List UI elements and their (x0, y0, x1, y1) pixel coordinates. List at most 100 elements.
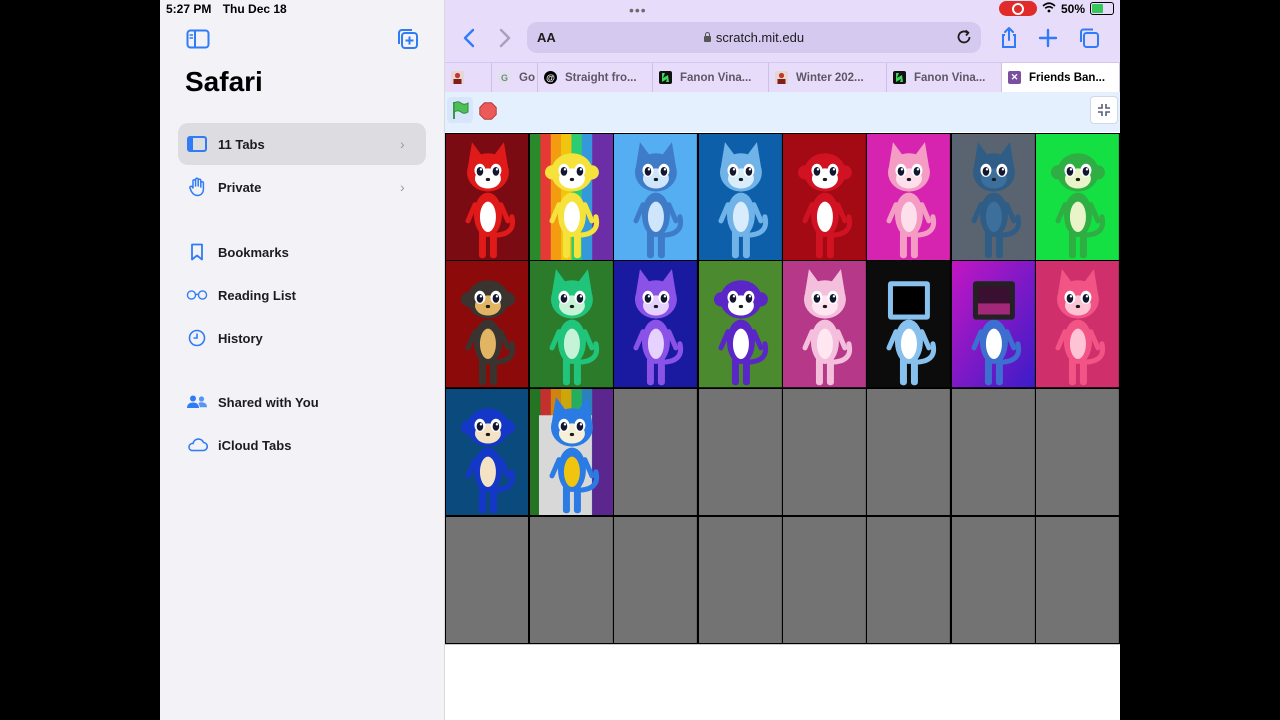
tabs-icon (186, 133, 208, 155)
character-sprite-cell (614, 133, 698, 260)
status-indicators: 50% (998, 1, 1114, 16)
character-sprite-cell (698, 133, 782, 260)
empty-sprite-cell (783, 389, 866, 516)
character-sprite-cell (529, 133, 613, 260)
clock-icon (186, 327, 208, 349)
tab-7-active[interactable]: ✕ Friends Ban... (1002, 63, 1120, 92)
scratch-stage-controls (445, 92, 1120, 132)
chevron-right-icon: › (400, 136, 405, 152)
new-tab-icon[interactable] (1037, 26, 1061, 50)
multitasking-dots[interactable]: ••• (629, 2, 647, 18)
new-tab-group-icon[interactable] (396, 28, 422, 52)
battery-icon (1090, 2, 1114, 15)
empty-sprite-cell (698, 516, 782, 643)
empty-sprite-cell (614, 516, 698, 643)
glasses-icon (186, 284, 208, 306)
exit-fullscreen-icon[interactable] (1090, 96, 1118, 124)
browser-toolbar: ••• 50% AA scratch.mit.edu G Go @ Straig… (445, 0, 1120, 92)
character-sprite-cell (445, 133, 529, 260)
url-display[interactable]: scratch.mit.edu (527, 30, 981, 45)
person-favicon-icon (775, 71, 788, 84)
character-sprite-cell (1036, 133, 1119, 260)
tab-overview-icon[interactable] (1077, 26, 1101, 50)
sidebar-item-label: Bookmarks (218, 244, 289, 260)
empty-sprite-cell (783, 516, 866, 643)
sidebar-item-history[interactable]: History (178, 317, 426, 359)
address-bar[interactable]: AA scratch.mit.edu (527, 22, 981, 53)
empty-sprite-cell (867, 516, 951, 643)
back-icon[interactable] (459, 26, 483, 50)
empty-sprite-cell (1036, 516, 1119, 643)
character-sprite-cell (951, 133, 1035, 260)
character-sprite-cell (529, 389, 613, 516)
status-time: 5:27 PM (166, 2, 212, 16)
stop-sign-icon[interactable] (479, 102, 497, 120)
sidebar-item-private[interactable]: Private › (178, 166, 426, 208)
lock-icon (703, 32, 711, 42)
character-sprite-cell (1036, 261, 1119, 388)
sidebar-item-shared-with-you[interactable]: Shared with You (178, 381, 426, 423)
google-favicon-icon: G (498, 71, 511, 84)
shared-people-icon (186, 391, 208, 413)
chevron-right-icon: › (400, 179, 405, 195)
sidebar-item-reading-list[interactable]: Reading List (178, 274, 426, 316)
fandom-favicon-icon (893, 71, 906, 84)
sidebar-item-label: Shared with You (218, 394, 319, 410)
tab-title: Friends Ban... (1029, 71, 1106, 84)
forward-icon[interactable] (493, 26, 517, 50)
character-sprite-cell (614, 261, 698, 388)
person-favicon-icon (451, 71, 464, 84)
sidebar-title: Safari (185, 66, 263, 97)
empty-sprite-cell (951, 516, 1035, 643)
sidebar-item-tabs[interactable]: 11 Tabs › (178, 123, 426, 165)
tab-title: Winter 202... (796, 71, 864, 84)
cloud-icon (186, 434, 208, 456)
share-icon[interactable] (998, 26, 1022, 50)
sidebar-item-label: Reading List (218, 287, 297, 303)
empty-sprite-cell (698, 389, 782, 516)
sidebar-item-label: iCloud Tabs (218, 437, 292, 453)
tab-4[interactable]: Fanon Vina... (653, 63, 769, 92)
character-sprite-cell (445, 261, 529, 388)
green-flag-icon[interactable] (447, 97, 473, 123)
status-time-date: 5:27 PM Thu Dec 18 (166, 2, 295, 16)
tab-title: Go (519, 71, 535, 84)
empty-sprite-cell (951, 389, 1035, 516)
safari-sidebar: 5:27 PM Thu Dec 18 Safari 11 Tabs › Priv… (160, 0, 445, 720)
bookmark-icon (186, 241, 208, 263)
sidebar-item-bookmarks[interactable]: Bookmarks (178, 231, 426, 273)
character-sprite-cell (951, 261, 1035, 388)
tab-1[interactable] (445, 63, 492, 92)
sidebar-toggle-icon[interactable] (186, 28, 212, 52)
character-sprite-cell (867, 133, 951, 260)
close-tab-icon[interactable]: ✕ (1008, 71, 1021, 84)
character-sprite-cell (783, 261, 866, 388)
fandom-favicon-icon (659, 71, 672, 84)
wifi-icon (1042, 1, 1056, 16)
character-sprite-cell (698, 261, 782, 388)
battery-percent: 50% (1060, 1, 1085, 16)
tab-title: Fanon Vina... (914, 71, 986, 84)
character-sprite-cell (445, 389, 529, 516)
empty-sprite-cell (529, 516, 613, 643)
sidebar-item-label: Private (218, 179, 262, 195)
tab-2[interactable]: G Go (492, 63, 538, 92)
url-text: scratch.mit.edu (715, 30, 805, 45)
character-sprite-cell (529, 261, 613, 388)
tab-6[interactable]: Fanon Vina... (887, 63, 1002, 92)
hand-icon (186, 176, 208, 198)
scratch-stage[interactable] (445, 133, 1120, 645)
tab-3[interactable]: @ Straight fro... (538, 63, 653, 92)
tab-title: Fanon Vina... (680, 71, 752, 84)
empty-sprite-cell (614, 389, 698, 516)
character-sprite-cell (783, 133, 866, 260)
tab-5[interactable]: Winter 202... (769, 63, 887, 92)
tab-bar: G Go @ Straight fro... Fanon Vina... Win… (445, 62, 1120, 92)
reload-icon[interactable] (955, 28, 973, 46)
threads-favicon-icon: @ (544, 71, 557, 84)
browser-pane: ••• 50% AA scratch.mit.edu G Go @ Straig… (445, 0, 1120, 720)
sidebar-item-icloud-tabs[interactable]: iCloud Tabs (178, 424, 426, 466)
sidebar-item-label: History (218, 330, 263, 346)
ipad-screen: 5:27 PM Thu Dec 18 Safari 11 Tabs › Priv… (160, 0, 1120, 720)
tab-title: Straight fro... (565, 71, 637, 84)
